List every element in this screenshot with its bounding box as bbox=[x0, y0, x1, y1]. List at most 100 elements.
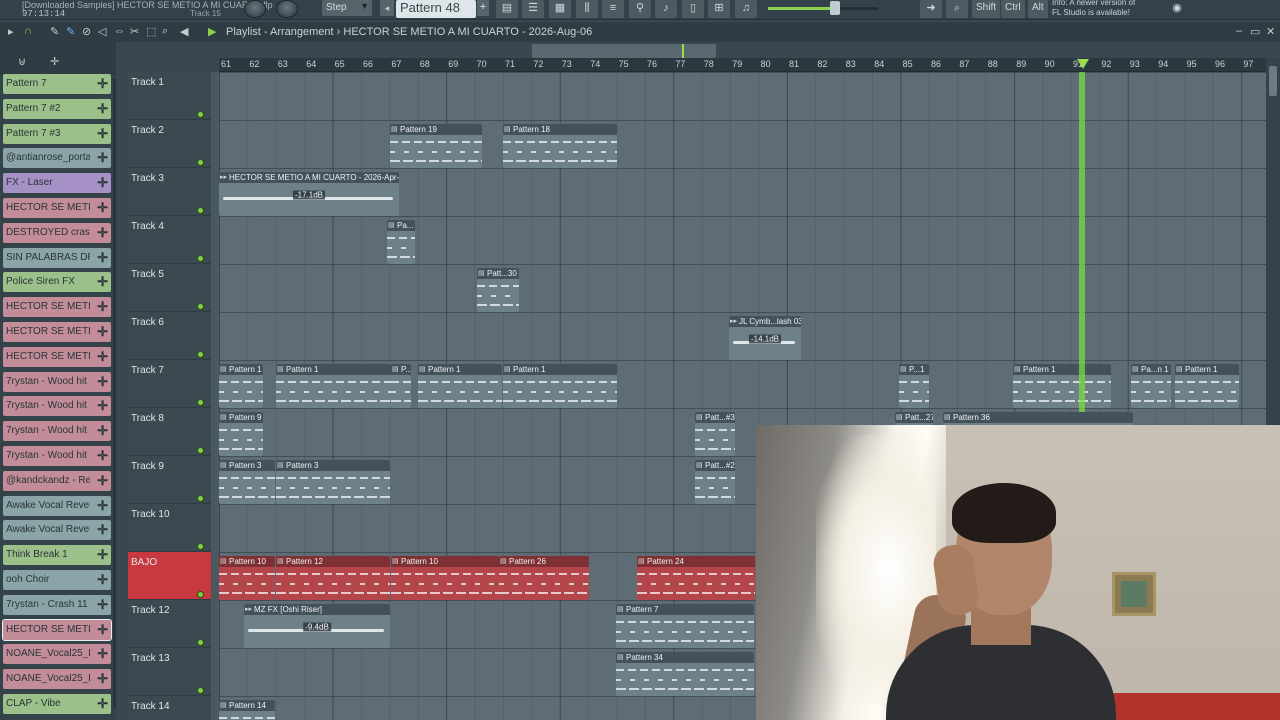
picker-item[interactable]: Police Siren FX ✛ bbox=[3, 272, 111, 293]
channel-rack-icon[interactable]: ☰ bbox=[522, 0, 544, 18]
picker-item[interactable]: Awake Vocal Reverb... ✛ bbox=[3, 520, 111, 541]
playlist-clip[interactable]: Pattern 1 bbox=[276, 364, 391, 408]
picker-item-move-icon[interactable]: ✛ bbox=[97, 595, 108, 615]
piano-roll-icon[interactable]: ▦ bbox=[549, 0, 571, 18]
playback-tool-icon[interactable]: ◀ bbox=[180, 25, 188, 38]
picker-item[interactable]: @kandckandz - Rev... ✛ bbox=[3, 470, 111, 491]
picker-item[interactable]: DESTROYED crash (8) ✛ bbox=[3, 222, 111, 243]
track-mute-led[interactable] bbox=[197, 639, 204, 646]
picker-item-move-icon[interactable]: ✛ bbox=[97, 297, 108, 317]
fl-logo-icon[interactable]: ◉ bbox=[1166, 0, 1188, 18]
update-notice[interactable]: Info: A newer version of FL Studio is ava… bbox=[1052, 0, 1170, 18]
master-pitch-knob[interactable] bbox=[276, 0, 298, 18]
draw-tool-icon[interactable]: ✎ bbox=[50, 25, 59, 38]
track-header-divider[interactable] bbox=[211, 72, 219, 720]
track-mute-led[interactable] bbox=[197, 399, 204, 406]
track-mute-led[interactable] bbox=[197, 111, 204, 118]
track-mute-led[interactable] bbox=[197, 255, 204, 262]
file-icon[interactable]: ▯ bbox=[682, 0, 704, 18]
main-volume-thumb[interactable] bbox=[830, 1, 840, 15]
picker-item[interactable]: @antianrose_portal... ✛ bbox=[3, 148, 111, 169]
play-arrow-icon[interactable]: ▸ bbox=[8, 25, 14, 38]
track-header[interactable]: Track 9 bbox=[128, 456, 211, 504]
picker-item-move-icon[interactable]: ✛ bbox=[97, 223, 108, 243]
playlist-clip[interactable]: Pattern 1 bbox=[219, 364, 263, 408]
slip-tool-icon[interactable]: ⇔ bbox=[114, 25, 125, 37]
picker-move-icon[interactable]: ✛ bbox=[50, 55, 59, 68]
playlist-clip[interactable]: Patt...#2 bbox=[695, 460, 735, 504]
playlist-clip[interactable]: Pattern 1 bbox=[418, 364, 502, 408]
picker-item[interactable]: FX - Laser ✛ bbox=[3, 173, 111, 194]
picker-item-move-icon[interactable]: ✛ bbox=[97, 322, 108, 342]
track-header[interactable]: Track 4 bbox=[128, 216, 211, 264]
picker-scrollbar[interactable] bbox=[113, 78, 116, 708]
playlist-clip[interactable]: Pattern 26 bbox=[499, 556, 589, 600]
maximize-icon[interactable]: ▭ bbox=[1250, 25, 1260, 38]
search-icon[interactable]: ⌕ bbox=[946, 0, 968, 18]
picker-item[interactable]: CLAP - Vibe ✛ bbox=[3, 694, 111, 714]
picker-item[interactable]: HECTOR SE METIO A... ✛ bbox=[3, 346, 111, 367]
minimize-icon[interactable]: – bbox=[1236, 25, 1242, 37]
pattern-prev-button[interactable]: ◂ bbox=[380, 0, 394, 16]
track-header[interactable]: Track 12 bbox=[128, 600, 211, 648]
mixer-icon[interactable]: ⫼ bbox=[576, 0, 598, 18]
picker-item[interactable]: 7rystan - Crash 11 ✛ bbox=[3, 594, 111, 615]
track-mute-led[interactable] bbox=[197, 351, 204, 358]
picker-item-move-icon[interactable]: ✛ bbox=[97, 421, 108, 441]
close-icon[interactable]: ✕ bbox=[1266, 25, 1275, 38]
playlist-clip[interactable]: P...1 bbox=[899, 364, 929, 408]
picker-item[interactable]: Think Break 1 ✛ bbox=[3, 545, 111, 566]
metronome-icon[interactable]: ♫ bbox=[735, 0, 757, 18]
picker-item[interactable]: HECTOR SE METIO A... ✛ bbox=[3, 322, 111, 342]
picker-item-move-icon[interactable]: ✛ bbox=[97, 74, 108, 94]
track-mute-led[interactable] bbox=[197, 543, 204, 550]
playlist-clip[interactable]: Pattern 24 bbox=[637, 556, 755, 600]
playlist-clip[interactable]: Pattern 9 bbox=[219, 412, 263, 456]
picker-item[interactable]: Awake Vocal Reverb... ✛ bbox=[3, 495, 111, 516]
playlist-clip[interactable]: P... bbox=[391, 364, 411, 408]
picker-item[interactable]: HECTOR SE METIO A... ✛ bbox=[2, 618, 112, 641]
playlist-clip[interactable]: Pattern 7 bbox=[616, 604, 754, 648]
picker-item-move-icon[interactable]: ✛ bbox=[97, 496, 108, 516]
horizontal-scrollbar[interactable] bbox=[532, 44, 716, 58]
track-mute-led[interactable] bbox=[197, 447, 204, 454]
picker-menu-icon[interactable]: ⊎ bbox=[18, 55, 26, 68]
picker-item-move-icon[interactable]: ✛ bbox=[97, 173, 108, 193]
track-mute-led[interactable] bbox=[197, 687, 204, 694]
playlist-clip[interactable]: Pattern 18 bbox=[503, 124, 617, 168]
picker-item[interactable]: 7rystan - Wood hit r... ✛ bbox=[3, 446, 111, 466]
browser-icon[interactable]: ≡ bbox=[602, 0, 624, 18]
picker-item-move-icon[interactable]: ✛ bbox=[97, 198, 108, 218]
picker-item-move-icon[interactable]: ✛ bbox=[97, 570, 108, 590]
track-mute-led[interactable] bbox=[197, 591, 204, 598]
delete-tool-icon[interactable]: ⊘ bbox=[82, 25, 91, 38]
track-header[interactable]: Track 8 bbox=[128, 408, 211, 456]
playlist-clip[interactable]: MZ FX [Oshi Riser] -9.4dB bbox=[244, 604, 390, 648]
track-header[interactable]: Track 14 bbox=[128, 696, 211, 720]
timeline-ruler[interactable]: 61 62 63 64 65 66 67 68 69 70 71 72 73 74 75 76 77 78 79 80… bbox=[219, 58, 1266, 72]
playhead-marker[interactable] bbox=[1077, 59, 1089, 69]
select-tool-icon[interactable]: ⬚ bbox=[146, 25, 156, 38]
playlist-clip[interactable]: Patt...30 bbox=[477, 268, 519, 312]
playlist-clip[interactable]: Pattern 34 bbox=[616, 652, 754, 696]
playlist-clip[interactable]: Pattern 19 bbox=[390, 124, 482, 168]
track-header[interactable]: Track 6 bbox=[128, 312, 211, 360]
alt-key-button[interactable]: Alt bbox=[1028, 0, 1048, 18]
picker-item-move-icon[interactable]: ✛ bbox=[97, 248, 108, 268]
picker-item[interactable]: 7rystan - Wood hit r... ✛ bbox=[3, 396, 111, 417]
slice-tool-icon[interactable]: ✂ bbox=[130, 25, 139, 38]
picker-item-move-icon[interactable]: ✛ bbox=[97, 372, 108, 392]
playlist-clip[interactable]: JL Cymb...lash 03 -14.1dB bbox=[729, 316, 801, 360]
playlist-clip[interactable]: Pattern 10 bbox=[219, 556, 275, 600]
playlist-window-icon[interactable]: ▤ bbox=[496, 0, 518, 18]
plugin-icon[interactable]: ⚲ bbox=[629, 0, 651, 18]
playlist-clip[interactable]: Pa...n 1 bbox=[1131, 364, 1171, 408]
vertical-scroll-thumb[interactable] bbox=[1269, 66, 1277, 96]
track-header[interactable]: Track 2 bbox=[128, 120, 211, 168]
playlist-clip[interactable]: Pattern 3 bbox=[219, 460, 275, 504]
picker-item-move-icon[interactable]: ✛ bbox=[97, 471, 108, 491]
playlist-clip[interactable]: Pattern 12 bbox=[276, 556, 390, 600]
picker-item[interactable]: NOANE_Vocal25_Hee... ✛ bbox=[3, 644, 111, 665]
playlist-clip[interactable]: Pattern 1 bbox=[1013, 364, 1111, 408]
picker-item[interactable]: Pattern 7 #2 ✛ bbox=[3, 98, 111, 119]
